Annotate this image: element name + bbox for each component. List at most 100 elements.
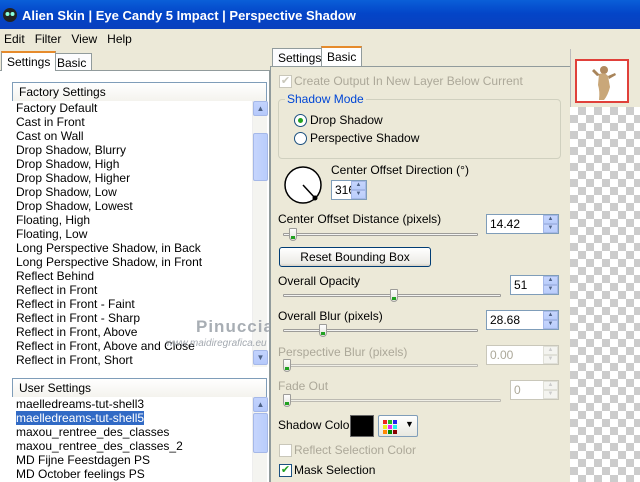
drop-shadow-radio[interactable]: [294, 114, 307, 127]
menu-view[interactable]: View: [67, 32, 103, 46]
factory-preset-item[interactable]: Long Perspective Shadow, in Back: [12, 241, 252, 255]
shadow-color-label: Shadow Color: [278, 418, 354, 432]
spin-up-icon[interactable]: ▲: [351, 181, 366, 190]
dropdown-arrow-icon: ▼: [405, 419, 414, 429]
overall-blur-field[interactable]: 28.68 ▲ ▼: [486, 310, 559, 330]
shadow-mode-legend: Shadow Mode: [285, 92, 366, 106]
factory-preset-item[interactable]: Factory Default: [12, 101, 252, 115]
user-settings-list[interactable]: maelledreams-tut-shell3 maelledreams-tut-…: [12, 397, 252, 482]
navigator-thumbnail[interactable]: [575, 59, 629, 103]
fade-out-field[interactable]: 0 ▲ ▼: [510, 380, 559, 400]
figure-thumbnail-icon: [592, 66, 616, 100]
user-preset-item[interactable]: maxou_rentree_des_classes_2: [12, 439, 252, 453]
user-settings-header: User Settings: [12, 378, 267, 398]
mask-selection-checkbox[interactable]: ✔: [279, 464, 292, 477]
color-picker-button[interactable]: ▼: [378, 415, 418, 437]
center-offset-distance-slider-thumb[interactable]: [288, 228, 297, 241]
perspective-shadow-radio[interactable]: [294, 132, 307, 145]
fade-out-slider-thumb[interactable]: [283, 394, 291, 407]
spin-down-icon[interactable]: ▼: [543, 390, 558, 399]
factory-preset-item[interactable]: Drop Shadow, Higher: [12, 171, 252, 185]
center-offset-direction-label: Center Offset Direction (°): [331, 163, 469, 177]
spin-up-icon[interactable]: ▲: [543, 346, 558, 355]
overall-blur-label: Overall Blur (pixels): [278, 309, 383, 323]
factory-preset-item[interactable]: Cast on Wall: [12, 129, 252, 143]
factory-preset-item[interactable]: Drop Shadow, Lowest: [12, 199, 252, 213]
user-settings-scrollbar[interactable]: ▲: [252, 397, 268, 482]
spin-up-icon[interactable]: ▲: [543, 311, 558, 320]
drop-shadow-label: Drop Shadow: [310, 113, 383, 127]
user-preset-item[interactable]: MD Fijne Feestdagen PS: [12, 453, 252, 467]
preview-canvas[interactable]: [570, 107, 640, 482]
center-offset-distance-value: 14.42: [490, 217, 521, 231]
spin-up-icon[interactable]: ▲: [543, 215, 558, 224]
factory-settings-header: Factory Settings: [12, 82, 267, 102]
scroll-up-icon[interactable]: ▲: [253, 397, 268, 412]
user-preset-item[interactable]: maxou_rentree_des_classes: [12, 425, 252, 439]
factory-preset-item[interactable]: Floating, Low: [12, 227, 252, 241]
fade-out-track[interactable]: [283, 399, 501, 402]
reflect-selection-color-checkbox[interactable]: [279, 444, 292, 457]
factory-preset-item[interactable]: Drop Shadow, Blurry: [12, 143, 252, 157]
overall-opacity-label: Overall Opacity: [278, 274, 361, 288]
shadow-mode-group: [278, 99, 561, 159]
perspective-shadow-label: Perspective Shadow: [310, 131, 420, 145]
user-preset-label: maxou_rentree_des_classes_2: [16, 439, 183, 453]
menu-filter[interactable]: Filter: [31, 32, 68, 46]
right-tab-settings[interactable]: Settings: [272, 48, 328, 66]
center-offset-distance-field[interactable]: 14.42 ▲ ▼: [486, 214, 559, 234]
perspective-blur-track[interactable]: [283, 364, 478, 367]
watermark-name: Pinuccia: [196, 317, 274, 336]
color-grid-icon: [383, 420, 397, 434]
direction-dial-icon[interactable]: [283, 165, 323, 205]
left-tab-settings[interactable]: Settings: [1, 51, 57, 71]
user-preset-label: MD October feelings PS: [16, 467, 145, 481]
perspective-blur-value: 0.00: [490, 348, 514, 362]
scroll-down-icon[interactable]: ▼: [253, 350, 268, 365]
center-offset-direction-field[interactable]: 316 ▲ ▼: [331, 180, 367, 200]
factory-preset-item[interactable]: Drop Shadow, High: [12, 157, 252, 171]
overall-opacity-slider-thumb[interactable]: [390, 289, 399, 302]
menu-help[interactable]: Help: [103, 32, 138, 46]
spin-up-icon[interactable]: ▲: [543, 276, 558, 285]
factory-preset-item[interactable]: Drop Shadow, Low: [12, 185, 252, 199]
overall-blur-slider-thumb[interactable]: [318, 324, 327, 337]
overall-opacity-field[interactable]: 51 ▲ ▼: [510, 275, 559, 295]
factory-preset-item[interactable]: Reflect in Front, Short: [12, 353, 252, 367]
factory-preset-item[interactable]: Cast in Front: [12, 115, 252, 129]
shadow-color-swatch[interactable]: [350, 415, 374, 437]
scroll-thumb[interactable]: [253, 413, 268, 453]
title-bar: Alien Skin | Eye Candy 5 Impact | Perspe…: [0, 0, 640, 30]
menu-edit[interactable]: Edit: [0, 32, 31, 46]
user-preset-label: maxou_rentree_des_classes: [16, 425, 170, 439]
factory-preset-item[interactable]: Reflect Behind: [12, 269, 252, 283]
factory-preset-item[interactable]: Reflect in Front - Faint: [12, 297, 252, 311]
reset-bounding-box-button[interactable]: Reset Bounding Box: [279, 247, 431, 267]
left-tab-basic[interactable]: Basic: [51, 53, 93, 71]
user-preset-item[interactable]: MD October feelings PS: [12, 467, 252, 481]
user-preset-label: MD Fijne Feestdagen PS: [16, 453, 151, 467]
user-preset-label: maelledreams-tut-shell3: [16, 397, 145, 411]
overall-blur-track[interactable]: [283, 329, 478, 332]
right-tab-basic[interactable]: Basic: [321, 46, 363, 66]
factory-preset-item[interactable]: Floating, High: [12, 213, 252, 227]
perspective-blur-slider-thumb[interactable]: [283, 359, 291, 372]
spin-up-icon[interactable]: ▲: [543, 381, 558, 390]
user-preset-item[interactable]: maelledreams-tut-shell5: [12, 410, 252, 426]
spin-down-icon[interactable]: ▼: [543, 285, 558, 294]
fade-out-label: Fade Out: [278, 379, 329, 393]
factory-preset-item[interactable]: Reflect in Front: [12, 283, 252, 297]
spin-down-icon[interactable]: ▼: [543, 224, 558, 233]
create-output-checkbox[interactable]: ✔: [279, 75, 292, 88]
scroll-up-icon[interactable]: ▲: [253, 101, 268, 116]
overall-opacity-value: 51: [514, 278, 528, 292]
factory-preset-item[interactable]: Long Perspective Shadow, in Front: [12, 255, 252, 269]
perspective-blur-field[interactable]: 0.00 ▲ ▼: [486, 345, 559, 365]
user-preset-item[interactable]: maelledreams-tut-shell3: [12, 397, 252, 411]
scroll-thumb[interactable]: [253, 133, 268, 181]
spin-down-icon[interactable]: ▼: [543, 320, 558, 329]
overall-blur-value: 28.68: [490, 313, 521, 327]
center-offset-distance-track[interactable]: [283, 233, 478, 236]
spin-down-icon[interactable]: ▼: [351, 190, 366, 199]
spin-down-icon[interactable]: ▼: [543, 355, 558, 364]
